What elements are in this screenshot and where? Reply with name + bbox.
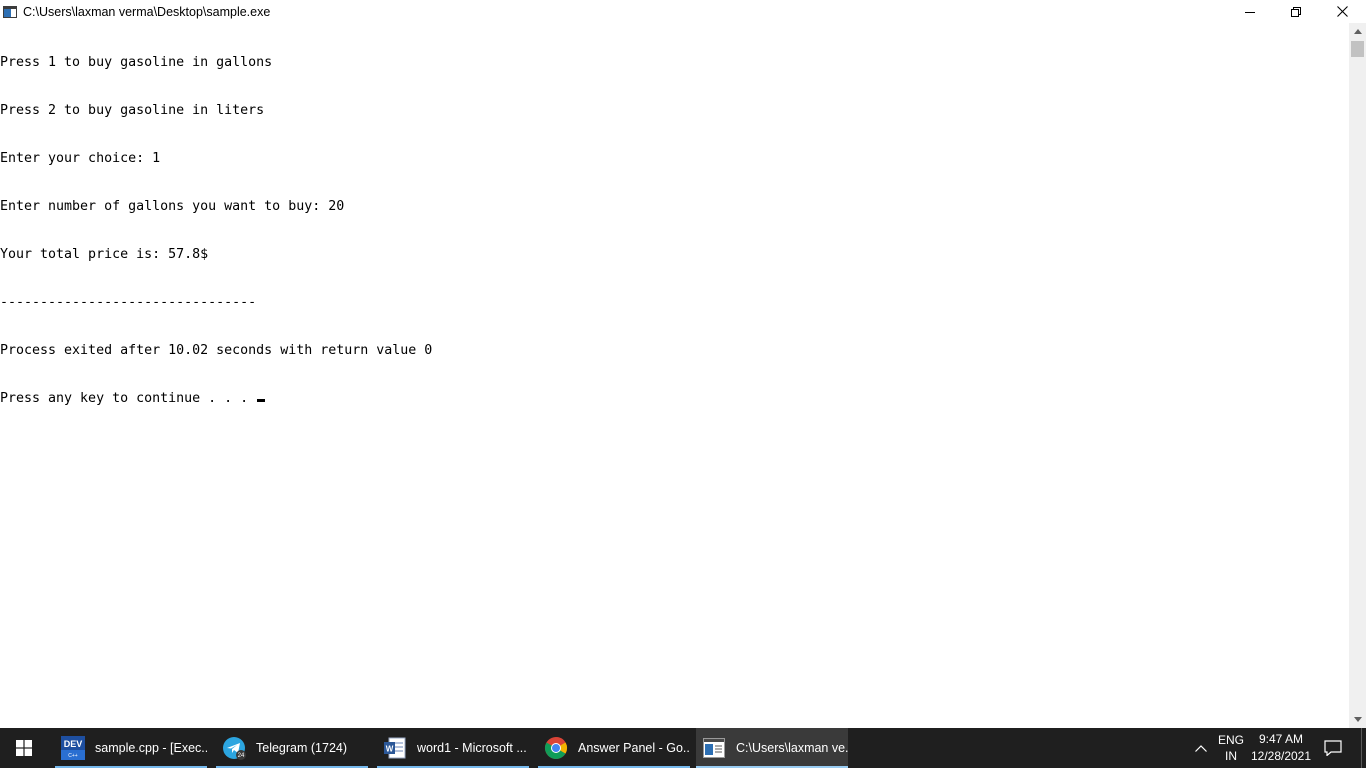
taskbar-item-label: word1 - Microsoft ... [417,741,527,755]
restore-icon [1291,6,1301,17]
taskbar-item-chrome[interactable]: Answer Panel - Go... [538,728,690,768]
dev-cpp-icon: DEV C++ [61,736,85,760]
console-line: Enter your choice: 1 [0,151,161,166]
console-window-icon [702,736,726,760]
word-icon: W [383,736,407,760]
console-line: Your total price is: 57.8$ [0,247,209,262]
region-code: IN [1225,749,1237,763]
minimize-icon [1245,11,1255,13]
scroll-up-button[interactable] [1349,23,1366,40]
taskbar-item-word[interactable]: W word1 - Microsoft ... [377,728,529,768]
close-button[interactable] [1319,0,1365,23]
word-icon-text: W [386,745,394,754]
restore-button[interactable] [1273,0,1319,23]
scroll-down-button[interactable] [1349,711,1366,728]
console-line: Press 2 to buy gasoline in liters [0,103,265,118]
console-line: Press any key to continue . . . [0,391,257,406]
svg-text:C++: C++ [68,753,78,759]
clock-date: 12/28/2021 [1250,749,1312,763]
console-line: Enter number of gallons you want to buy:… [0,199,345,214]
console-output[interactable]: Press 1 to buy gasoline in gallons Press… [0,23,1349,728]
chevron-up-icon [1195,744,1207,752]
notification-icon [1324,740,1342,756]
console-window-icon [3,5,17,18]
taskbar-item-label: Telegram (1724) [256,741,348,755]
taskbar-item-label: C:\Users\laxman ve... [736,741,848,755]
telegram-icon: 24 [222,736,246,760]
close-icon [1336,6,1348,17]
text-cursor [257,399,266,402]
console-line: -------------------------------- [0,295,257,310]
arrow-up-icon [1353,29,1362,34]
start-button[interactable] [0,728,48,768]
taskbar-item-telegram[interactable]: 24 Telegram (1724) [216,728,368,768]
taskbar-item-label: Answer Panel - Go... [578,741,690,755]
show-hidden-icons-button[interactable] [1188,728,1214,768]
console-prompt-line: Press any key to continue . . . [0,391,432,407]
scroll-thumb[interactable] [1351,41,1364,57]
taskbar: DEV C++ sample.cpp - [Exec... 24 Telegra… [0,728,1366,768]
taskbar-item-devcpp[interactable]: DEV C++ sample.cpp - [Exec... [55,728,207,768]
action-center-button[interactable] [1316,728,1350,768]
clock-time: 9:47 AM [1258,732,1304,746]
show-desktop-button[interactable] [1361,728,1366,768]
console-line: Press 1 to buy gasoline in gallons [0,55,273,70]
vertical-scrollbar[interactable] [1349,23,1366,728]
language-code: ENG [1217,733,1244,747]
console-text: Press 1 to buy gasoline in gallons Press… [0,23,432,439]
taskbar-item-label: sample.cpp - [Exec... [95,741,207,755]
window-title: C:\Users\laxman verma\Desktop\sample.exe [23,4,271,19]
clock[interactable]: 9:47 AM 12/28/2021 [1248,728,1314,768]
console-window: C:\Users\laxman verma\Desktop\sample.exe… [0,0,1366,728]
telegram-badge: 24 [238,753,245,759]
chrome-icon [544,736,568,760]
dev-cpp-icon-text: DEV [64,739,83,749]
arrow-down-icon [1353,717,1362,722]
minimize-button[interactable] [1227,0,1273,23]
title-bar[interactable]: C:\Users\laxman verma\Desktop\sample.exe [0,0,1366,23]
taskbar-item-console[interactable]: C:\Users\laxman ve... [696,728,848,768]
windows-logo-icon [16,740,32,756]
input-language-indicator[interactable]: ENG IN [1214,728,1248,768]
console-line: Process exited after 10.02 seconds with … [0,343,433,358]
